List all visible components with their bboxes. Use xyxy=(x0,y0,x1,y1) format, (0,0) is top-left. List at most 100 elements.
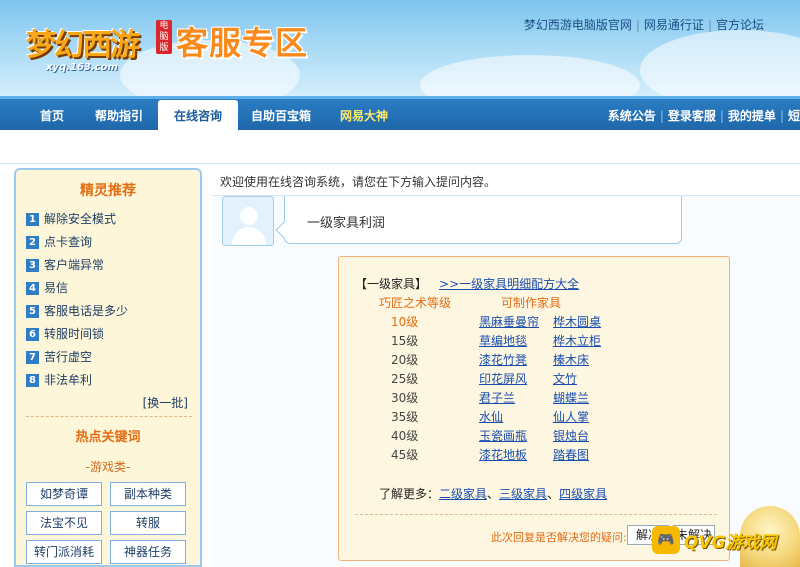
table-row: 35级 水仙 仙人掌 xyxy=(339,408,731,427)
nav-help[interactable]: 帮助指引 xyxy=(84,99,154,130)
level2-furniture-link[interactable]: 二级家具 xyxy=(439,487,487,501)
recommend-label: 苦行虚空 xyxy=(44,350,93,364)
nav-announcement[interactable]: 系统公告 xyxy=(608,109,656,123)
furniture-link[interactable]: 文竹 xyxy=(553,370,577,389)
recommend-item[interactable]: 4 易信 xyxy=(26,277,196,300)
sidebar: 精灵推荐 1 解除安全模式 2 点卡查询 3 客户端异常 4 易信 5 客服电话是多少 6… xyxy=(14,168,202,567)
furniture-link[interactable]: 草编地毯 xyxy=(479,332,527,351)
page-title: 客服专区 xyxy=(176,24,309,62)
recommend-item[interactable]: 8 非法牟利 xyxy=(26,369,196,392)
recommend-label: 易信 xyxy=(44,281,69,295)
table-row: 10级 黑麻垂曼帘 桦木圆桌 xyxy=(339,313,731,332)
divider: | xyxy=(719,109,724,123)
furniture-link[interactable]: 漆花地板 xyxy=(479,446,527,465)
learn-more: 了解更多：二级家具、三级家具、四级家具 xyxy=(379,487,608,501)
game-logo[interactable]: 梦幻西游 电脑版 xyq.163.com xyxy=(10,6,172,73)
furniture-link[interactable]: 蝴蝶兰 xyxy=(553,389,589,408)
sidebar-title: 精灵推荐 xyxy=(80,183,136,199)
keyword-category: -游戏类- xyxy=(85,460,131,474)
divider: | xyxy=(659,109,664,123)
logo-url: xyq.163.com xyxy=(46,62,118,73)
table-row: 15级 草编地毯 桦木立柜 xyxy=(339,332,731,351)
main-nav: 首页 帮助指引 在线咨询 自助百宝箱 网易大神 系统公告 | 登录客服 | 我的提单 | 短 xyxy=(0,96,800,133)
logo-badge: 电脑版 xyxy=(156,20,172,54)
table-row: 45级 漆花地板 踏春图 xyxy=(339,446,731,465)
sub-bar xyxy=(0,130,800,164)
furniture-link[interactable]: 黑麻垂曼帘 xyxy=(479,313,539,332)
answer-header: 【一级家具】 >>一级家具明细配方大全 xyxy=(355,275,579,292)
furniture-link[interactable]: 桦木立柜 xyxy=(553,332,601,351)
recommend-item[interactable]: 1 解除安全模式 xyxy=(26,208,196,231)
nav-my-tickets[interactable]: 我的提单 xyxy=(728,109,776,123)
official-site-link[interactable]: 梦幻西游电脑版官网 xyxy=(524,18,632,32)
level-cell: 40级 xyxy=(391,429,419,443)
furniture-link[interactable]: 水仙 xyxy=(479,408,503,427)
keyword-button[interactable]: 转服 xyxy=(110,511,186,535)
welcome-notice: 欢迎使用在线咨询系统，请您在下方输入提问内容。 xyxy=(212,168,800,196)
forum-link[interactable]: 官方论坛 xyxy=(716,18,764,32)
nav-sms[interactable]: 短 xyxy=(788,109,800,123)
avatar-head xyxy=(240,207,258,225)
level-cell: 25级 xyxy=(391,372,419,386)
user-avatar xyxy=(222,196,274,246)
recommend-label: 客户端异常 xyxy=(44,258,105,272)
table-row: 25级 印花屏风 文竹 xyxy=(339,370,731,389)
furniture-link[interactable]: 印花屏风 xyxy=(479,370,527,389)
recommend-item[interactable]: 5 客服电话是多少 xyxy=(26,300,196,323)
recommend-item[interactable]: 2 点卡查询 xyxy=(26,231,196,254)
divider xyxy=(26,416,192,417)
recommend-item[interactable]: 6 转服时间锁 xyxy=(26,323,196,346)
level-cell: 35级 xyxy=(391,410,419,424)
recommend-label: 解除安全模式 xyxy=(44,212,117,226)
keyword-button[interactable]: 如梦奇谭 xyxy=(26,482,102,506)
furniture-link[interactable]: 榛木床 xyxy=(553,351,589,370)
furniture-link[interactable]: 踏春图 xyxy=(553,446,589,465)
answer-title: 【一级家具】 xyxy=(355,277,428,291)
level-cell: 45级 xyxy=(391,448,419,462)
recommend-item[interactable]: 7 苦行虚空 xyxy=(26,346,196,369)
question-text: 一级家具利润 xyxy=(307,216,386,231)
level-cell: 30级 xyxy=(391,391,419,405)
learn-more-label: 了解更多： xyxy=(379,487,440,501)
furniture-link[interactable]: 仙人掌 xyxy=(553,408,589,427)
level-cell: 20级 xyxy=(391,353,419,367)
furniture-link[interactable]: 桦木圆桌 xyxy=(553,313,601,332)
top-links: 梦幻西游电脑版官网 | 网易通行证 | 官方论坛 xyxy=(524,16,764,33)
divider: | xyxy=(635,18,640,32)
avatar-body xyxy=(232,227,266,245)
furniture-link[interactable]: 漆花竹凳 xyxy=(479,351,527,370)
nav-login[interactable]: 登录客服 xyxy=(668,109,716,123)
recipe-link[interactable]: >>一级家具明细配方大全 xyxy=(439,277,579,291)
level4-furniture-link[interactable]: 四级家具 xyxy=(559,487,607,501)
table-row: 40级 玉瓷画瓶 银烛台 xyxy=(339,427,731,446)
column-header-items: 可制作家具 xyxy=(501,296,562,310)
site-header: 梦幻西游 电脑版 xyq.163.com 客服专区 梦幻西游电脑版官网 | 网易通行… xyxy=(0,0,800,96)
recommend-item[interactable]: 3 客户端异常 xyxy=(26,254,196,277)
keyword-button[interactable]: 副本种类 xyxy=(110,482,186,506)
question-bubble: 一级家具利润 xyxy=(275,196,682,244)
keyword-button[interactable]: 转门派消耗 xyxy=(26,540,102,564)
level-cell: 10级 xyxy=(391,315,419,329)
nav-home[interactable]: 首页 xyxy=(26,99,78,130)
divider xyxy=(355,514,717,515)
refresh-batch-link[interactable]: [换一批] xyxy=(143,394,188,411)
nav-netease-god[interactable]: 网易大神 xyxy=(328,99,400,130)
furniture-link[interactable]: 君子兰 xyxy=(479,389,515,408)
divider: | xyxy=(707,18,712,32)
logo-text: 梦幻西游 xyxy=(26,28,140,63)
number-badge: 8 xyxy=(26,374,39,387)
furniture-link[interactable]: 玉瓷画瓶 xyxy=(479,427,527,446)
keyword-button[interactable]: 神器任务 xyxy=(110,540,186,564)
recommend-label: 非法牟利 xyxy=(44,373,93,387)
furniture-link[interactable]: 银烛台 xyxy=(553,427,589,446)
number-badge: 4 xyxy=(26,282,39,295)
recommend-label: 转服时间锁 xyxy=(44,327,105,341)
nav-online-consult[interactable]: 在线咨询 xyxy=(158,100,238,133)
nav-toolbox[interactable]: 自助百宝箱 xyxy=(244,99,318,130)
keyword-button[interactable]: 法宝不见 xyxy=(26,511,102,535)
watermark-text: QVG游戏网 xyxy=(684,533,777,553)
number-badge: 2 xyxy=(26,236,39,249)
table-row: 30级 君子兰 蝴蝶兰 xyxy=(339,389,731,408)
level3-furniture-link[interactable]: 三级家具 xyxy=(499,487,547,501)
passport-link[interactable]: 网易通行证 xyxy=(644,18,704,32)
